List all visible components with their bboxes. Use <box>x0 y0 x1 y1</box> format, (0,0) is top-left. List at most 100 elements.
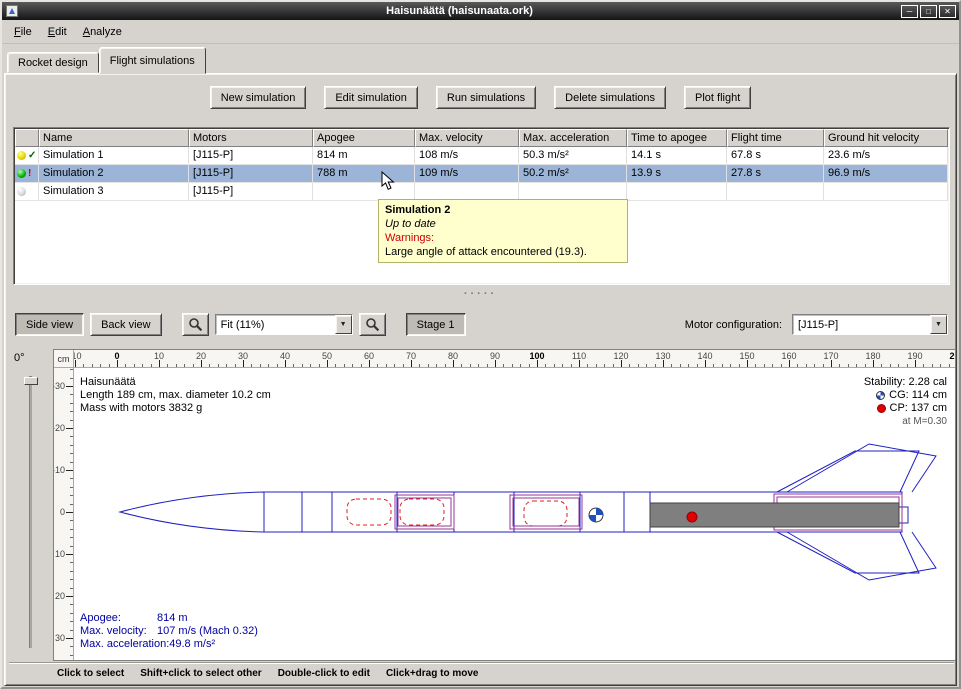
ruler-tick <box>604 364 605 367</box>
ruler-tick <box>545 364 546 367</box>
flight-value: 107 m/s (Mach 0.32) <box>157 625 258 638</box>
column-header-name[interactable]: Name <box>39 129 189 147</box>
rocket-canvas[interactable]: Haisunäätä Length 189 cm, max. diameter … <box>74 368 955 660</box>
ruler-tick <box>70 478 73 479</box>
ruler-tick <box>70 394 73 395</box>
column-header-ground-hit-velocity[interactable]: Ground hit velocity <box>824 129 948 147</box>
ruler-tick <box>352 364 353 367</box>
column-header-status[interactable] <box>15 129 39 147</box>
simulation-tooltip: Simulation 2 Up to date Warnings: Large … <box>378 199 628 263</box>
motor-config-label: Motor configuration: <box>685 319 786 331</box>
ruler-label: -30 <box>54 381 65 391</box>
column-header-max-acceleration[interactable]: Max. acceleration <box>519 129 627 147</box>
ruler-tick <box>655 364 656 367</box>
ruler-tick <box>125 364 126 367</box>
ruler-tick <box>646 364 647 367</box>
warning-icon: ! <box>28 169 31 178</box>
edit-simulation-button[interactable]: Edit simulation <box>324 86 418 109</box>
tab-flight-simulations[interactable]: Flight simulations <box>99 47 206 74</box>
ruler-tick <box>495 360 496 367</box>
ruler-unit-label: cm <box>54 350 74 368</box>
ruler-tick <box>184 364 185 367</box>
cell-max-acceleration: 50.2 m/s² <box>519 165 627 182</box>
table-row[interactable]: ✓Simulation 1[J115-P]814 m108 m/s50.3 m/… <box>15 147 948 165</box>
tab-rocket-design[interactable]: Rocket design <box>7 52 99 73</box>
ruler-label: 130 <box>655 351 670 361</box>
back-view-button[interactable]: Back view <box>90 313 162 336</box>
close-button[interactable]: ✕ <box>939 5 956 18</box>
cell-flight-time: 27.8 s <box>727 165 824 182</box>
flight-label: Apogee: <box>80 612 157 625</box>
ruler-tick <box>201 360 202 367</box>
minimize-button[interactable]: ─ <box>901 5 918 18</box>
ruler-tick <box>70 504 73 505</box>
ruler-tick <box>70 571 73 572</box>
rotation-slider-handle[interactable] <box>24 377 38 385</box>
column-header-apogee[interactable]: Apogee <box>313 129 415 147</box>
ruler-tick <box>100 364 101 367</box>
ruler-tick <box>70 520 73 521</box>
side-view-button[interactable]: Side view <box>15 313 84 336</box>
app-icon[interactable] <box>6 5 18 17</box>
ruler-tick <box>319 364 320 367</box>
ruler-tick <box>663 360 664 367</box>
cg-value: CG: 114 cm <box>889 389 947 402</box>
chevron-down-icon[interactable]: ▼ <box>930 315 947 334</box>
ruler-label: 190 <box>907 351 922 361</box>
view-toolbar: Side view Back view Fit (11%) ▼ <box>15 312 948 337</box>
ruler-tick <box>226 364 227 367</box>
ruler-tick <box>478 364 479 367</box>
cg-icon <box>876 391 885 400</box>
column-header-flight-time[interactable]: Flight time <box>727 129 824 147</box>
ruler-tick <box>554 364 555 367</box>
motor-config-select[interactable]: [J115-P] ▼ <box>792 314 948 335</box>
ruler-tick <box>70 487 73 488</box>
menu-file[interactable]: File <box>6 22 40 42</box>
ruler-tick <box>117 360 118 367</box>
nose-cone[interactable] <box>120 492 264 532</box>
table-row[interactable]: !Simulation 2[J115-P]788 m109 m/s50.2 m/… <box>15 165 948 183</box>
panel-splitter[interactable] <box>5 288 956 302</box>
ruler-label: -10 <box>54 465 65 475</box>
rocket-info: Haisunäätä Length 189 cm, max. diameter … <box>80 376 271 415</box>
rocket-mass: Mass with motors 3832 g <box>80 402 271 415</box>
zoom-select-value: Fit (11%) <box>221 319 265 331</box>
cell-time-to-apogee <box>627 183 727 200</box>
maximize-button[interactable]: □ <box>920 5 937 18</box>
delete-simulations-button[interactable]: Delete simulations <box>554 86 666 109</box>
cell-apogee: 814 m <box>313 147 415 164</box>
rotation-slider[interactable] <box>29 376 32 648</box>
chevron-down-icon[interactable]: ▼ <box>335 315 352 334</box>
zoom-in-button[interactable] <box>359 313 386 336</box>
menu-bar: FileEditAnalyze <box>2 20 959 44</box>
cell-name: Simulation 2 <box>39 165 189 182</box>
horizontal-ruler: -100102030405060708090100110120130140150… <box>74 350 955 368</box>
ruler-tick <box>890 364 891 367</box>
cell-motors: [J115-P] <box>189 165 313 182</box>
ruler-label: 0 <box>60 507 65 517</box>
stage-1-button[interactable]: Stage 1 <box>406 313 466 336</box>
title-bar[interactable]: Haisunäätä (haisunaata.ork) ─ □ ✕ <box>2 2 959 20</box>
ruler-label: 0 <box>114 351 119 361</box>
zoom-select[interactable]: Fit (11%) ▼ <box>215 314 353 335</box>
ruler-label: 10 <box>55 549 65 559</box>
menu-analyze[interactable]: Analyze <box>75 22 130 42</box>
ruler-tick <box>453 360 454 367</box>
column-header-time-to-apogee[interactable]: Time to apogee <box>627 129 727 147</box>
new-simulation-button[interactable]: New simulation <box>210 86 307 109</box>
ruler-label: 170 <box>823 351 838 361</box>
ruler-label: 120 <box>613 351 628 361</box>
ruler-tick <box>814 364 815 367</box>
ruler-tick <box>260 364 261 367</box>
ruler-tick <box>865 364 866 367</box>
run-simulations-button[interactable]: Run simulations <box>436 86 536 109</box>
plot-flight-button[interactable]: Plot flight <box>684 86 751 109</box>
menu-edit[interactable]: Edit <box>40 22 75 42</box>
ruler-tick <box>529 364 530 367</box>
ruler-tick <box>923 364 924 367</box>
column-header-motors[interactable]: Motors <box>189 129 313 147</box>
zoom-out-button[interactable] <box>182 313 209 336</box>
rocket-dimensions: Length 189 cm, max. diameter 10.2 cm <box>80 389 271 402</box>
ruler-tick <box>856 364 857 367</box>
column-header-max-velocity[interactable]: Max. velocity <box>415 129 519 147</box>
